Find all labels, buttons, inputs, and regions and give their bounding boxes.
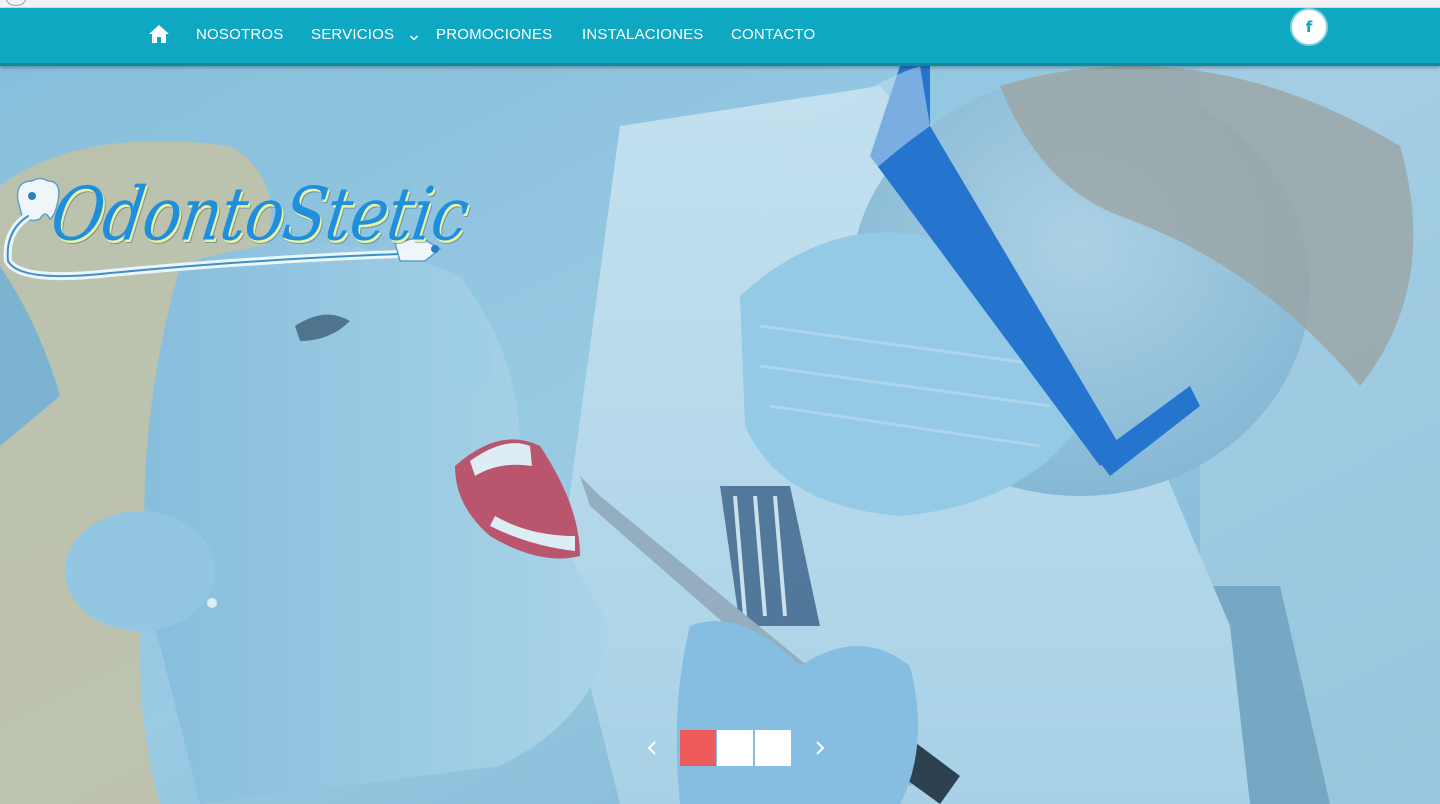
- nav-item-promociones[interactable]: PROMOCIONES: [436, 26, 552, 43]
- home-icon: [149, 25, 169, 43]
- odontostetic-logo[interactable]: OdontoStetic: [0, 161, 473, 291]
- slider-dot-1[interactable]: [680, 730, 716, 766]
- hero-slider: OdontoStetic: [0, 66, 1440, 804]
- nav-item-instalaciones[interactable]: INSTALACIONES: [582, 26, 704, 43]
- nav-item-label: PROMOCIONES: [436, 26, 553, 43]
- chevron-right-icon: [816, 741, 825, 755]
- nav-item-label: CONTACTO: [731, 26, 816, 43]
- facebook-glyph: f: [1305, 18, 1313, 36]
- logo-text: OdontoStetic: [46, 173, 473, 259]
- slider-controls: [636, 730, 836, 766]
- chevron-down-icon: [409, 30, 419, 41]
- chevron-left-icon: [647, 741, 656, 755]
- browser-button-icon: [6, 0, 26, 6]
- nav-item-label: NOSOTROS: [196, 26, 284, 43]
- slider-prev-button[interactable]: [640, 736, 664, 760]
- home-link[interactable]: [148, 24, 170, 46]
- nav-item-label: INSTALACIONES: [582, 26, 704, 43]
- browser-chrome-strip: [0, 0, 1440, 8]
- slider-next-button[interactable]: [808, 736, 832, 760]
- nav-item-servicios[interactable]: SERVICIOS: [311, 26, 419, 43]
- main-navbar: NOSOTROS SERVICIOS PROMOCIONES INSTALACI…: [0, 8, 1440, 66]
- slider-dot-2[interactable]: [717, 730, 753, 766]
- slider-dot-3[interactable]: [755, 730, 791, 766]
- facebook-icon[interactable]: f: [1292, 10, 1326, 44]
- nav-item-nosotros[interactable]: NOSOTROS: [196, 26, 283, 43]
- nav-item-contacto[interactable]: CONTACTO: [731, 26, 815, 43]
- nav-item-label: SERVICIOS: [311, 26, 395, 43]
